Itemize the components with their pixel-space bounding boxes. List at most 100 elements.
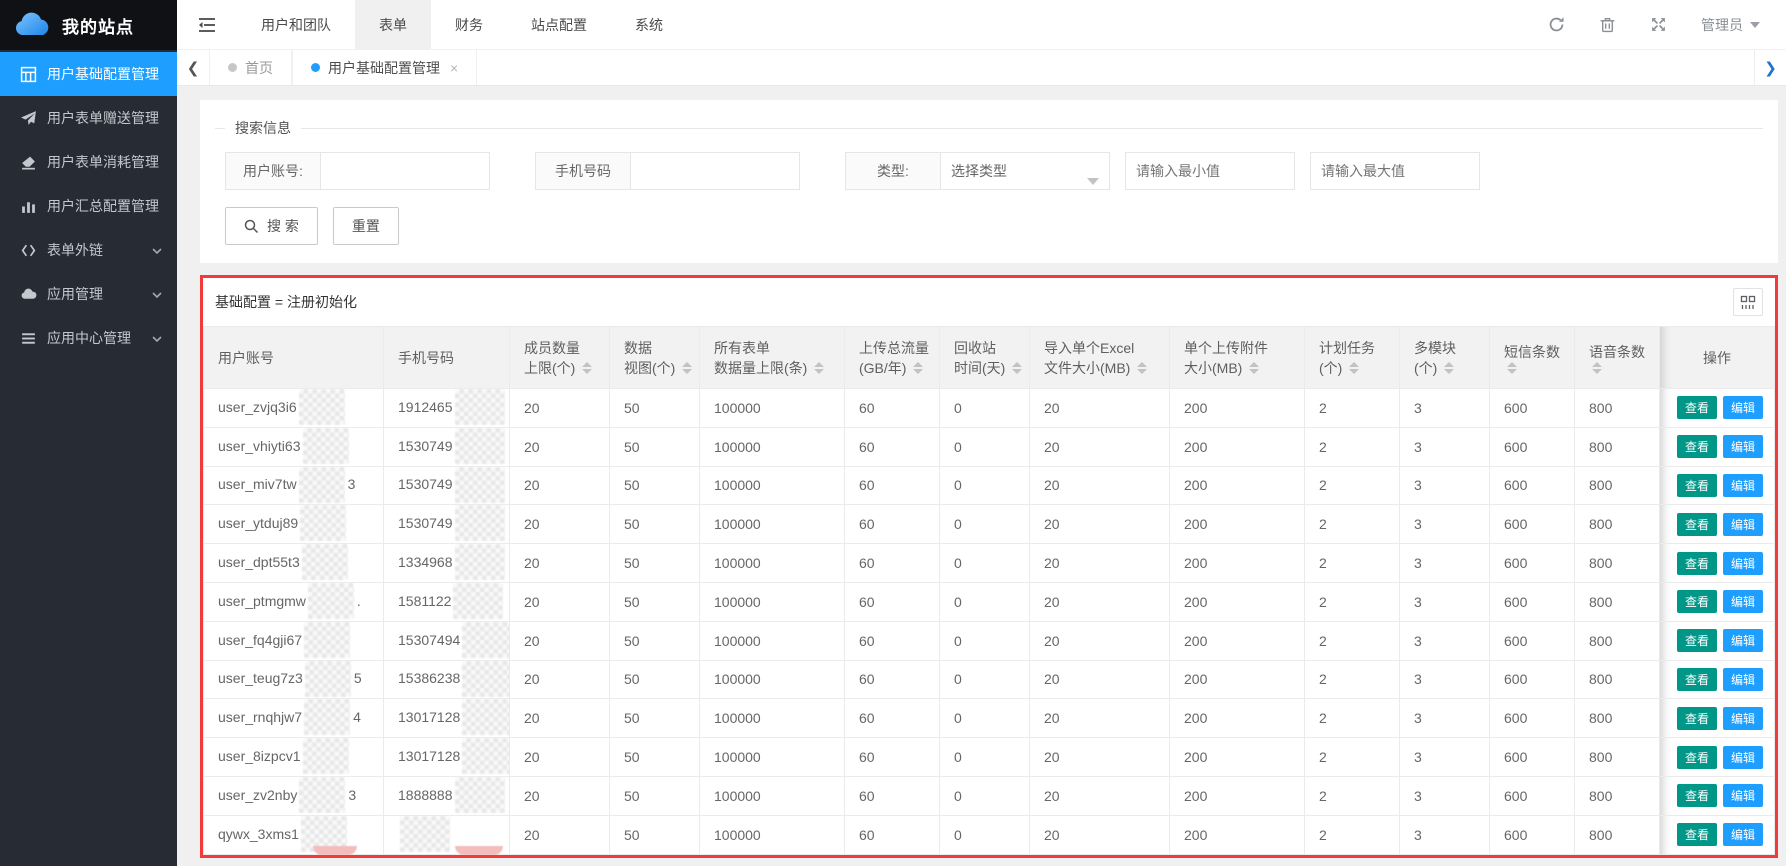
- column-header-voice_count[interactable]: 语音条数: [1575, 327, 1660, 389]
- sort-icon[interactable]: [1444, 362, 1454, 374]
- sort-desc-icon: [1444, 369, 1454, 374]
- edit-button[interactable]: 编辑: [1723, 668, 1763, 691]
- cell-phone: 15307494: [384, 621, 510, 660]
- tab-home[interactable]: 首页: [209, 50, 292, 85]
- sort-icon[interactable]: [913, 362, 923, 374]
- sort-icon[interactable]: [1592, 362, 1602, 374]
- sidebar-item-form-external-link[interactable]: 表单外链: [0, 228, 177, 272]
- table-wrap: 用户账号手机号码成员数量上限(个)数据视图(个)所有表单数据量上限(条)上传总流…: [203, 326, 1775, 855]
- cell-multi_module: 3: [1400, 776, 1490, 815]
- edit-button[interactable]: 编辑: [1723, 590, 1763, 613]
- send-icon: [20, 110, 37, 127]
- cell-member_limit: 20: [510, 660, 610, 699]
- column-header-sub-label: 时间(天): [954, 358, 1005, 378]
- column-header-upload_traffic[interactable]: 上传总流量(GB/年): [845, 327, 940, 389]
- topnav-item-site-config[interactable]: 站点配置: [507, 0, 611, 50]
- sidebar-item-user-form-gift[interactable]: 用户表单赠送管理: [0, 96, 177, 140]
- edit-button[interactable]: 编辑: [1723, 513, 1763, 536]
- sort-icon[interactable]: [682, 362, 692, 374]
- tabs-scroll-right-button[interactable]: ❯: [1754, 50, 1786, 85]
- view-button[interactable]: 查看: [1677, 823, 1717, 846]
- column-header-label: 回收站: [954, 338, 1015, 358]
- column-header-multi_module[interactable]: 多模块(个): [1400, 327, 1490, 389]
- sort-icon[interactable]: [1349, 362, 1359, 374]
- trash-icon[interactable]: [1599, 16, 1616, 33]
- view-button[interactable]: 查看: [1677, 746, 1717, 769]
- edit-button[interactable]: 编辑: [1723, 474, 1763, 497]
- type-select[interactable]: 选择类型: [940, 152, 1110, 190]
- sort-icon[interactable]: [582, 362, 592, 374]
- edit-button[interactable]: 编辑: [1723, 746, 1763, 769]
- view-button[interactable]: 查看: [1677, 668, 1717, 691]
- fullscreen-icon[interactable]: [1650, 16, 1667, 33]
- sort-icon[interactable]: [1012, 362, 1022, 374]
- search-icon: [244, 219, 259, 234]
- edit-button[interactable]: 编辑: [1723, 823, 1763, 846]
- cell-member_limit: 20: [510, 544, 610, 583]
- view-button[interactable]: 查看: [1677, 396, 1717, 419]
- edit-button[interactable]: 编辑: [1723, 396, 1763, 419]
- sidebar-item-app-manage[interactable]: 应用管理: [0, 272, 177, 316]
- sort-icon[interactable]: [1507, 362, 1517, 374]
- sidebar-item-user-summary-config[interactable]: 用户汇总配置管理: [0, 184, 177, 228]
- min-value-input[interactable]: [1125, 152, 1295, 190]
- sort-icon[interactable]: [1137, 362, 1147, 374]
- column-settings-button[interactable]: [1733, 288, 1763, 316]
- edit-button[interactable]: 编辑: [1723, 629, 1763, 652]
- column-header-attach_size[interactable]: 单个上传附件大小(MB): [1170, 327, 1305, 389]
- column-header-sms_count[interactable]: 短信条数: [1490, 327, 1575, 389]
- cell-actions: 查看编辑: [1660, 699, 1775, 738]
- phone-input[interactable]: [630, 152, 800, 190]
- view-button[interactable]: 查看: [1677, 513, 1717, 536]
- column-header-label: 所有表单: [714, 338, 830, 358]
- edit-button[interactable]: 编辑: [1723, 435, 1763, 458]
- logo-bar[interactable]: 我的站点: [0, 0, 177, 50]
- tabs-scroll-left-button[interactable]: ❮: [177, 50, 209, 85]
- account-input[interactable]: [320, 152, 490, 190]
- topnav-item-finance[interactable]: 财务: [431, 0, 507, 50]
- view-button[interactable]: 查看: [1677, 629, 1717, 652]
- account-text: user_fq4gji67: [218, 632, 302, 648]
- sidebar-item-app-center-manage[interactable]: 应用中心管理: [0, 316, 177, 360]
- view-button[interactable]: 查看: [1677, 552, 1717, 575]
- sort-icon[interactable]: [1249, 362, 1259, 374]
- edit-button[interactable]: 编辑: [1723, 784, 1763, 807]
- tab-close-icon[interactable]: ×: [450, 60, 458, 76]
- tab-user-base-config[interactable]: 用户基础配置管理×: [292, 50, 477, 85]
- reset-button[interactable]: 重置: [333, 207, 399, 245]
- column-header-data_views[interactable]: 数据视图(个): [610, 327, 700, 389]
- view-button[interactable]: 查看: [1677, 707, 1717, 730]
- column-header-plan_tasks[interactable]: 计划任务(个): [1305, 327, 1400, 389]
- view-button[interactable]: 查看: [1677, 590, 1717, 613]
- column-header-recycle_days[interactable]: 回收站时间(天): [940, 327, 1030, 389]
- topnav-item-users-team[interactable]: 用户和团队: [237, 0, 355, 50]
- view-button[interactable]: 查看: [1677, 474, 1717, 497]
- user-menu[interactable]: 管理员: [1701, 15, 1760, 35]
- sidebar-item-user-form-consume[interactable]: 用户表单消耗管理: [0, 140, 177, 184]
- edit-button[interactable]: 编辑: [1723, 552, 1763, 575]
- refresh-icon[interactable]: [1548, 16, 1565, 33]
- sort-icon[interactable]: [814, 362, 824, 374]
- column-header-form_data_cap[interactable]: 所有表单数据量上限(条): [700, 327, 845, 389]
- max-value-input[interactable]: [1310, 152, 1480, 190]
- cell-voice_count: 800: [1575, 582, 1660, 621]
- sidebar-collapse-button[interactable]: [177, 0, 237, 50]
- topnav-item-forms[interactable]: 表单: [355, 0, 431, 50]
- column-header-excel_size[interactable]: 导入单个Excel文件大小(MB): [1030, 327, 1170, 389]
- sort-asc-icon: [1592, 362, 1602, 367]
- edit-button[interactable]: 编辑: [1723, 707, 1763, 730]
- view-button[interactable]: 查看: [1677, 435, 1717, 458]
- view-button[interactable]: 查看: [1677, 784, 1717, 807]
- redacted-phone: [455, 428, 505, 464]
- column-header-label: 数据: [624, 338, 685, 358]
- cell-sms_count: 600: [1490, 738, 1575, 777]
- cell-member_limit: 20: [510, 505, 610, 544]
- search-button[interactable]: 搜 索: [225, 207, 318, 245]
- column-header-member_limit[interactable]: 成员数量上限(个): [510, 327, 610, 389]
- sidebar-item-user-base-config[interactable]: 用户基础配置管理: [0, 52, 177, 96]
- topnav-item-system[interactable]: 系统: [611, 0, 687, 50]
- cell-phone: 1530749: [384, 505, 510, 544]
- account-text: user_zvjq3i6: [218, 399, 297, 415]
- table-panel-header: 基础配置 = 注册初始化: [203, 278, 1775, 326]
- cell-voice_count: 800: [1575, 660, 1660, 699]
